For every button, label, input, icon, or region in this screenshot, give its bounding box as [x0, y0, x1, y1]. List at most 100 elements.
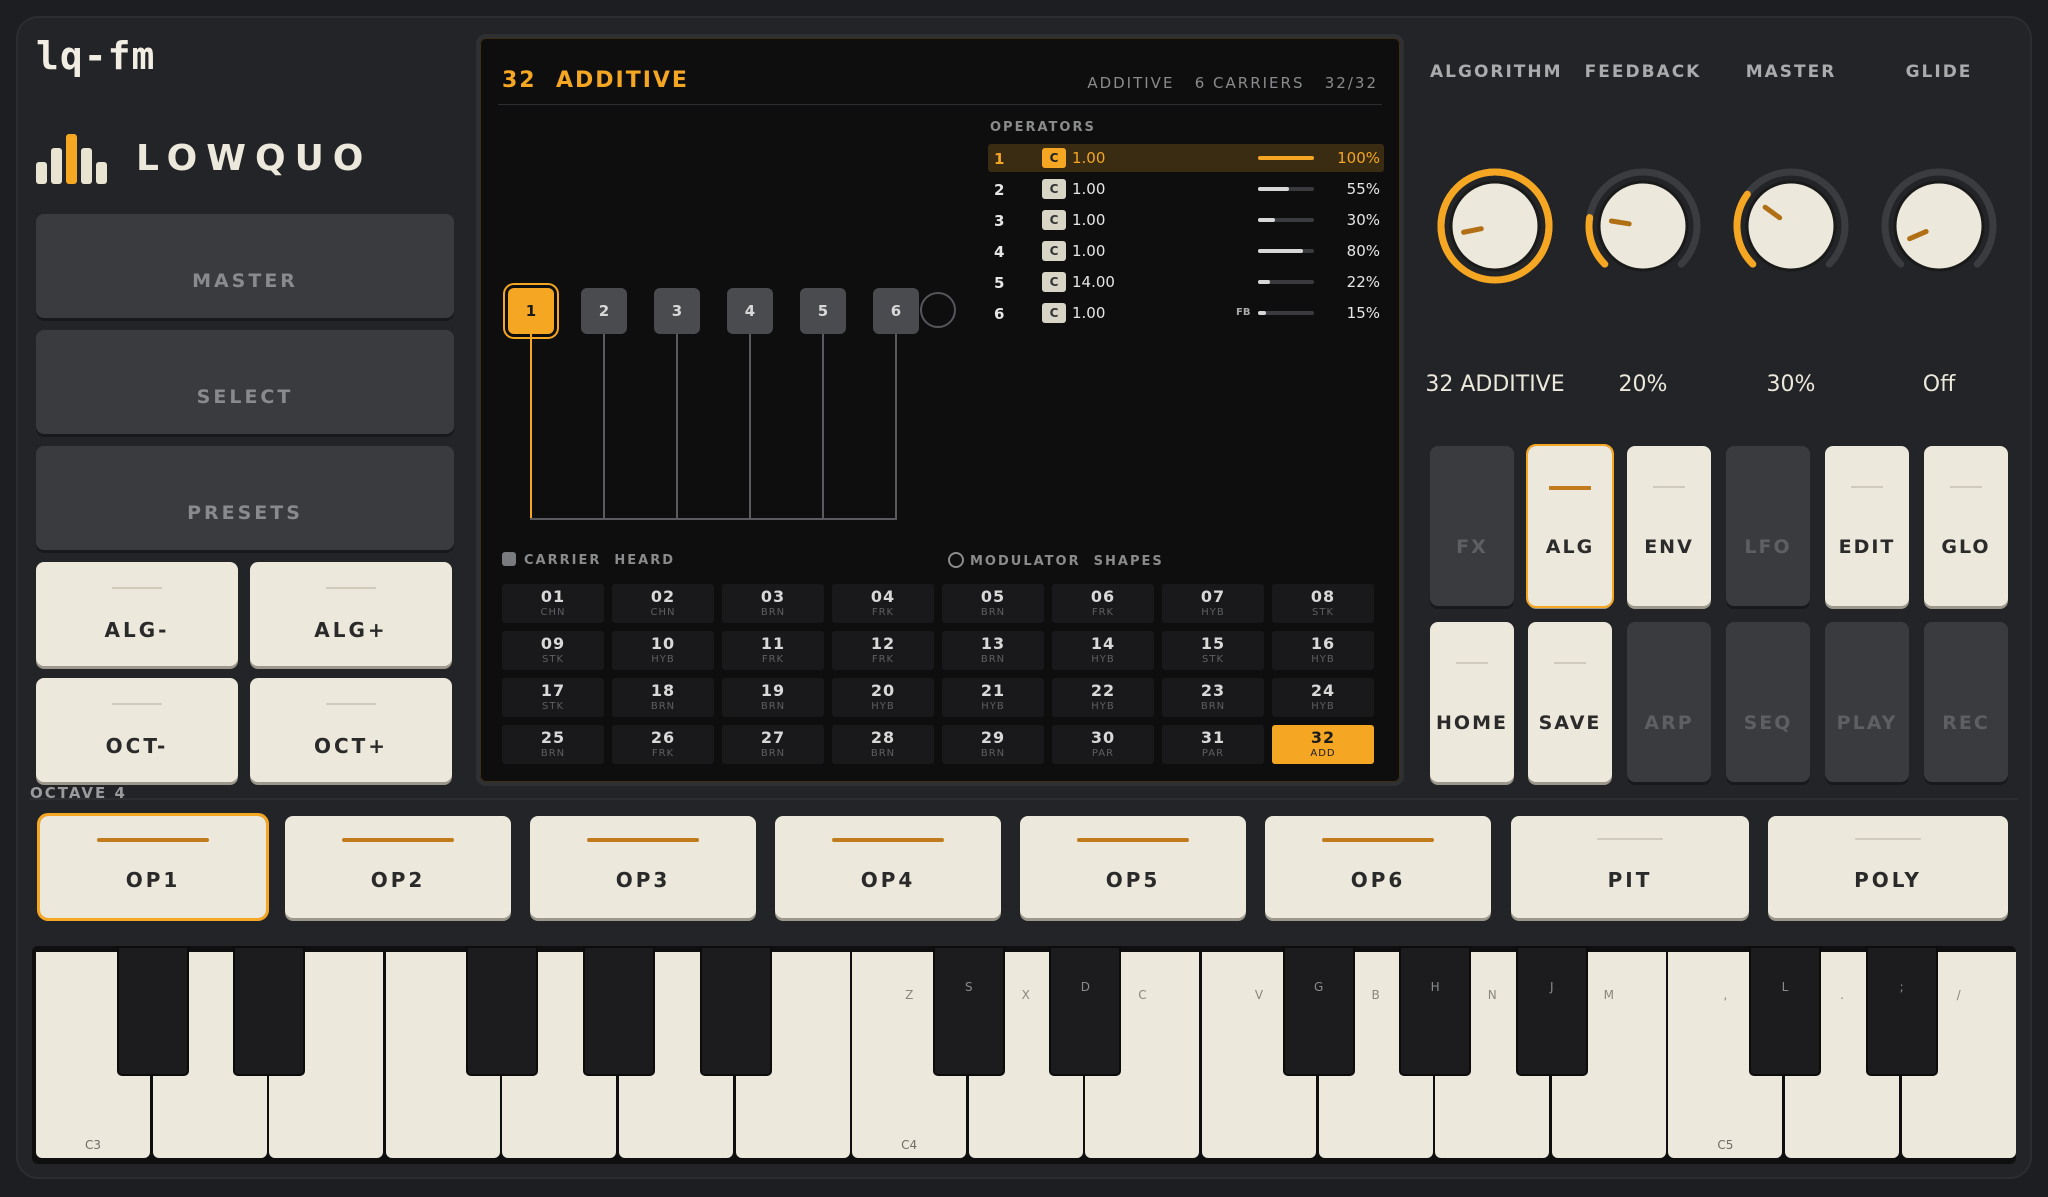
pit-button[interactable]: PIT: [1511, 816, 1749, 918]
algorithm-number: 07: [1200, 587, 1226, 606]
operator-row-2[interactable]: 2 C 1.00 55%: [988, 175, 1384, 203]
glo-button[interactable]: GLO: [1924, 446, 2008, 606]
algorithm-number: 30: [1090, 728, 1116, 747]
black-key[interactable]: [466, 946, 539, 1076]
alg-button[interactable]: ALG: [1526, 444, 1614, 608]
algorithm-cell-04[interactable]: 04 FRK: [832, 584, 934, 623]
algorithm-cell-15[interactable]: 15 STK: [1162, 631, 1264, 670]
black-key[interactable]: [583, 946, 655, 1076]
operator-node-4[interactable]: 4: [727, 288, 773, 334]
algorithm-cell-25[interactable]: 25 BRN: [502, 725, 604, 764]
algorithm-cell-16[interactable]: 16 HYB: [1272, 631, 1374, 670]
led-indicator: [1597, 838, 1663, 840]
algorithm-cell-23[interactable]: 23 BRN: [1162, 678, 1264, 717]
op2-button[interactable]: OP2: [285, 816, 511, 918]
nav-master-button[interactable]: MASTER: [36, 214, 454, 318]
operator-row-4[interactable]: 4 C 1.00 80%: [988, 237, 1384, 265]
arp-button[interactable]: ARP: [1627, 622, 1711, 782]
black-key[interactable]: ;: [1865, 946, 1938, 1076]
algorithm-cell-14[interactable]: 14 HYB: [1052, 631, 1154, 670]
algorithm-cell-18[interactable]: 18 BRN: [612, 678, 714, 717]
home-button[interactable]: HOME: [1430, 622, 1514, 782]
operator-line: [530, 334, 532, 520]
operator-row-6[interactable]: 6 C 1.00 15% FB: [988, 299, 1384, 327]
glide-knob[interactable]: [1879, 166, 1999, 286]
alg-minus-button[interactable]: ALG-: [36, 562, 238, 666]
algorithm-cell-24[interactable]: 24 HYB: [1272, 678, 1374, 717]
save-button[interactable]: SAVE: [1528, 622, 1612, 782]
black-key[interactable]: [233, 946, 306, 1076]
edit-button[interactable]: EDIT: [1825, 446, 1909, 606]
nav-presets-button[interactable]: PRESETS: [36, 446, 454, 550]
feedback-knob[interactable]: [1583, 166, 1703, 286]
operator-row-5[interactable]: 5 C 14.00 22%: [988, 268, 1384, 296]
button-label: OP4: [860, 868, 916, 892]
algorithm-cell-32[interactable]: 32 ADD: [1272, 725, 1374, 764]
black-key[interactable]: G: [1282, 946, 1355, 1076]
op3-button[interactable]: OP3: [530, 816, 756, 918]
oct-plus-button[interactable]: OCT+: [250, 678, 452, 782]
black-key[interactable]: L: [1749, 946, 1821, 1076]
operator-row-1[interactable]: 1 C 1.00 100%: [988, 144, 1384, 172]
algorithm-cell-02[interactable]: 02 CHN: [612, 584, 714, 623]
black-key[interactable]: [699, 946, 772, 1076]
black-key[interactable]: H: [1399, 946, 1472, 1076]
black-key[interactable]: D: [1049, 946, 1122, 1076]
algorithm-cell-26[interactable]: 26 FRK: [612, 725, 714, 764]
algorithm-type: FRK: [871, 607, 895, 618]
operator-node-3[interactable]: 3: [654, 288, 700, 334]
operator-row-3[interactable]: 3 C 1.00 30%: [988, 206, 1384, 234]
algorithm-cell-06[interactable]: 06 FRK: [1052, 584, 1154, 623]
black-key[interactable]: S: [932, 946, 1005, 1076]
master-knob[interactable]: [1731, 166, 1851, 286]
algorithm-cell-28[interactable]: 28 BRN: [832, 725, 934, 764]
nav-select-button[interactable]: SELECT: [36, 330, 454, 434]
algorithm-cell-07[interactable]: 07 HYB: [1162, 584, 1264, 623]
algorithm-cell-05[interactable]: 05 BRN: [942, 584, 1044, 623]
algorithm-cell-10[interactable]: 10 HYB: [612, 631, 714, 670]
operator-line: [895, 334, 897, 520]
algorithm-cell-29[interactable]: 29 BRN: [942, 725, 1044, 764]
operator-node-5[interactable]: 5: [800, 288, 846, 334]
algorithm-cell-09[interactable]: 09 STK: [502, 631, 604, 670]
algorithm-cell-30[interactable]: 30 PAR: [1052, 725, 1154, 764]
fx-button[interactable]: FX: [1430, 446, 1514, 606]
operator-number: 6: [994, 305, 1005, 323]
algorithm-number: 12: [870, 634, 896, 653]
algorithm-cell-11[interactable]: 11 FRK: [722, 631, 824, 670]
algorithm-cell-13[interactable]: 13 BRN: [942, 631, 1044, 670]
operator-node-2[interactable]: 2: [581, 288, 627, 334]
operator-node-1[interactable]: 1: [508, 288, 554, 334]
algorithm-cell-31[interactable]: 31 PAR: [1162, 725, 1264, 764]
op1-button[interactable]: OP1: [37, 813, 269, 921]
black-key[interactable]: [116, 946, 189, 1076]
algorithm-cell-19[interactable]: 19 BRN: [722, 678, 824, 717]
operator-node-6[interactable]: 6: [873, 288, 919, 334]
play-button[interactable]: PLAY: [1825, 622, 1909, 782]
seq-button[interactable]: SEQ: [1726, 622, 1810, 782]
op5-button[interactable]: OP5: [1020, 816, 1246, 918]
oct-minus-button[interactable]: OCT-: [36, 678, 238, 782]
key-shortcut: J: [1550, 980, 1554, 994]
algorithm-cell-12[interactable]: 12 FRK: [832, 631, 934, 670]
algorithm-cell-01[interactable]: 01 CHN: [502, 584, 604, 623]
alg-plus-button[interactable]: ALG+: [250, 562, 452, 666]
rec-button[interactable]: REC: [1924, 622, 2008, 782]
op6-button[interactable]: OP6: [1265, 816, 1491, 918]
op4-button[interactable]: OP4: [775, 816, 1001, 918]
algorithm-cell-21[interactable]: 21 HYB: [942, 678, 1044, 717]
algorithm-type: BRN: [760, 607, 786, 618]
algorithm-cell-27[interactable]: 27 BRN: [722, 725, 824, 764]
algorithm-cell-17[interactable]: 17 STK: [502, 678, 604, 717]
algorithm-cell-08[interactable]: 08 STK: [1272, 584, 1374, 623]
algorithm-number: 21: [980, 681, 1006, 700]
poly-button[interactable]: POLY: [1768, 816, 2008, 918]
lfo-button[interactable]: LFO: [1726, 446, 1810, 606]
algorithm-number: 26: [650, 728, 676, 747]
env-button[interactable]: ENV: [1627, 446, 1711, 606]
algorithm-knob[interactable]: [1435, 166, 1555, 286]
algorithm-cell-03[interactable]: 03 BRN: [722, 584, 824, 623]
algorithm-cell-20[interactable]: 20 HYB: [832, 678, 934, 717]
algorithm-cell-22[interactable]: 22 HYB: [1052, 678, 1154, 717]
black-key[interactable]: J: [1515, 946, 1588, 1076]
